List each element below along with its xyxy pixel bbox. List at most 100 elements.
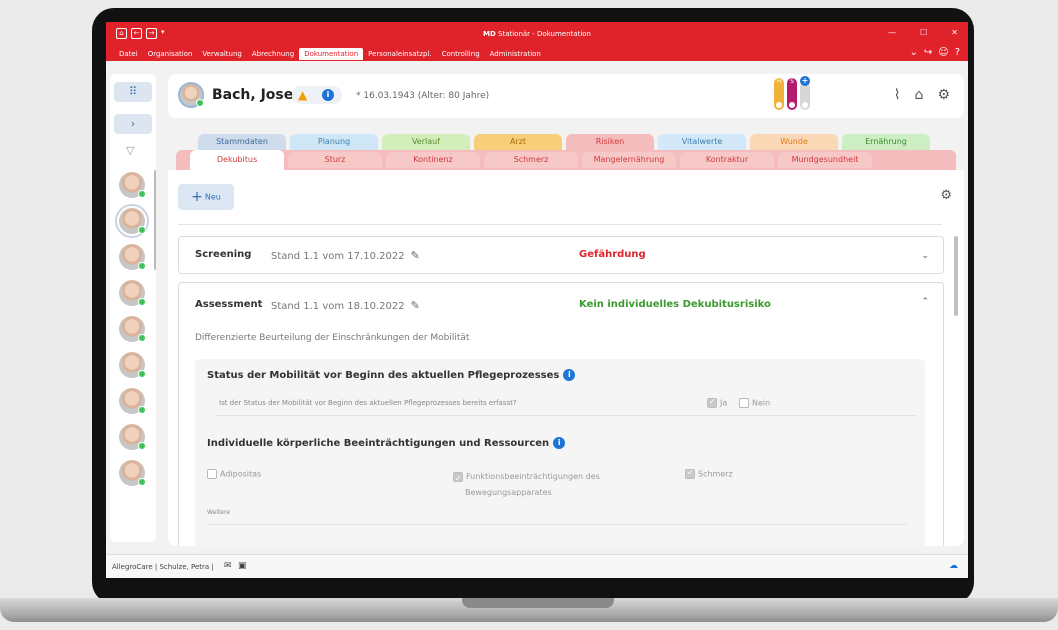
laptop-notch	[462, 598, 614, 608]
info-icon[interactable]: i	[322, 89, 334, 101]
mail-icon[interactable]: ✉	[224, 561, 232, 571]
tab-vitalwerte[interactable]: Vitalwerte	[658, 134, 746, 150]
menu-item-datei[interactable]: Datei	[114, 48, 143, 60]
content-scrollbar[interactable]	[954, 236, 958, 316]
subtab-schmerz[interactable]: Schmerz	[484, 152, 578, 168]
subtab-mundgesundheit[interactable]: Mundgesundheit	[778, 152, 872, 168]
close-icon[interactable]: ✕	[951, 28, 958, 37]
nein-checkbox[interactable]: Nein	[739, 398, 770, 408]
minimize-icon[interactable]: —	[888, 28, 896, 37]
patient-avatar[interactable]	[119, 172, 146, 198]
info-icon[interactable]: i	[553, 437, 566, 449]
empty-indicator	[800, 82, 810, 110]
patient-avatar[interactable]	[119, 280, 146, 306]
menu-item-personaleinsatzpl-[interactable]: Personaleinsatzpl.	[363, 48, 436, 60]
chevron-up-icon[interactable]: ⌃	[921, 297, 929, 307]
section-version: Stand 1.1 vom 18.10.2022 ✎	[271, 299, 420, 312]
tab-wunde[interactable]: Wunde	[750, 134, 838, 150]
pencil-icon[interactable]: ✎	[411, 299, 420, 312]
patient-avatar[interactable]	[119, 424, 146, 450]
filter-icon[interactable]: ▽	[126, 144, 134, 157]
menu-item-dokumentation[interactable]: Dokumentation	[299, 48, 364, 60]
clipboard-icon[interactable]: ▣	[238, 561, 247, 571]
paperclip-icon[interactable]: ⌇	[894, 87, 901, 103]
impairments-heading: Individuelle körperliche Beeinträchtigun…	[207, 437, 566, 449]
patient-sidebar: ⠿ › ▽	[110, 74, 156, 542]
subtab-dekubitus[interactable]: Dekubitus	[190, 150, 284, 170]
patient-avatar-selected[interactable]	[115, 204, 149, 238]
screening-section[interactable]: Screening Stand 1.1 vom 17.10.2022 ✎ Gefä…	[178, 236, 944, 274]
documentation-content: + Neu ⚙ Screening Stand 1.1 vom 17.10.202…	[168, 170, 964, 546]
subtab-sturz[interactable]: Sturz	[288, 152, 382, 168]
menu-item-controlling[interactable]: Controlling	[437, 48, 485, 60]
schmerz-checkbox[interactable]: Schmerz	[685, 468, 733, 479]
menu-item-administration[interactable]: Administration	[485, 48, 546, 60]
smiley-icon[interactable]: ☺	[938, 47, 948, 58]
sidebar-scrollbar[interactable]	[154, 170, 156, 270]
header-tools: ⌇ ⌂ ⚙	[894, 87, 950, 103]
subtab-mangelernährung[interactable]: Mangelernährung	[582, 152, 676, 168]
weitere-input-line[interactable]	[207, 524, 907, 525]
assessment-section: Assessment Stand 1.1 vom 18.10.2022 ✎ Kei…	[178, 282, 944, 546]
info-icon[interactable]: i	[563, 369, 576, 381]
s-indicator: S	[787, 78, 797, 110]
expand-sidebar-button[interactable]: ›	[114, 114, 152, 134]
divider	[178, 224, 942, 225]
patient-avatar[interactable]	[119, 460, 146, 486]
patient-avatar[interactable]	[119, 244, 146, 270]
share-icon[interactable]: ↪	[924, 47, 932, 58]
section-title: Assessment	[195, 299, 263, 310]
subtab-kontinenz[interactable]: Kontinenz	[386, 152, 480, 168]
h-indicator: H	[774, 78, 784, 110]
new-button[interactable]: + Neu	[178, 184, 234, 210]
status-bar: AllegroCare | Schulze, Petra | ✉ ▣ ☁	[106, 554, 968, 578]
window-title: MD Stationär - Dokumentation	[483, 30, 591, 38]
patient-header: Bach, Josef ▲ i * 16.03.1943 (Alter: 80 …	[168, 74, 964, 118]
chevron-down-icon[interactable]: ⌄	[921, 251, 929, 261]
tab-risiken[interactable]: Risiken	[566, 134, 654, 150]
tab-planung[interactable]: Planung	[290, 134, 378, 150]
tab-arzt[interactable]: Arzt	[474, 134, 562, 150]
section-status: Kein individuelles Dekubitusrisiko	[579, 299, 771, 310]
add-indicator-icon[interactable]: +	[800, 76, 810, 86]
weitere-label: Weitere	[207, 509, 231, 516]
funktionsbeeintraechtigungen-checkbox[interactable]: Funktionsbeeinträchtigungen desBewegungs…	[453, 469, 600, 501]
menu-item-verwaltung[interactable]: Verwaltung	[197, 48, 246, 60]
divider	[217, 415, 917, 416]
warning-icon[interactable]: ▲	[298, 88, 307, 102]
status-text: AllegroCare | Schulze, Petra |	[112, 563, 214, 571]
help-icon[interactable]: ?	[955, 47, 960, 58]
main-menu: Datei Organisation Verwaltung Abrechnung Dok…	[114, 48, 546, 60]
menu-item-organisation[interactable]: Organisation	[143, 48, 198, 60]
apps-grid-icon[interactable]: ⠿	[114, 82, 152, 102]
tab-verlauf[interactable]: Verlauf	[382, 134, 470, 150]
patient-avatar[interactable]	[119, 316, 146, 342]
title-bar: ⌂ ← → ▾ MD Stationär - Dokumentation — ☐…	[106, 22, 968, 45]
subtab-kontraktur[interactable]: Kontraktur	[680, 152, 774, 168]
patient-header-avatar	[178, 82, 204, 108]
tab-ernährung[interactable]: Ernährung	[842, 134, 930, 150]
section-version: Stand 1.1 vom 17.10.2022 ✎	[271, 249, 420, 262]
mobility-box: Status der Mobilität vor Beginn des aktu…	[195, 359, 925, 546]
patient-avatar[interactable]	[119, 352, 146, 378]
gear-icon[interactable]: ⚙	[940, 188, 952, 203]
window-controls: — ☐ ✕	[888, 28, 958, 37]
house-icon[interactable]: ⌂	[915, 87, 924, 103]
section-status: Gefährdung	[579, 249, 646, 260]
patient-badges: ▲ i	[292, 86, 342, 104]
patient-birthdate: * 16.03.1943 (Alter: 80 Jahre)	[356, 91, 490, 101]
pencil-icon[interactable]: ✎	[411, 249, 420, 262]
cloud-icon[interactable]: ☁	[949, 561, 958, 571]
maximize-icon[interactable]: ☐	[920, 28, 927, 37]
patient-avatar[interactable]	[119, 388, 146, 414]
mobility-status-heading: Status der Mobilität vor Beginn des aktu…	[207, 369, 576, 381]
patient-name: Bach, Josef	[212, 87, 300, 103]
menu-item-abrechnung[interactable]: Abrechnung	[247, 48, 299, 60]
ja-checkbox[interactable]: Ja	[707, 397, 727, 408]
tab-stammdaten[interactable]: Stammdaten	[198, 134, 286, 150]
chevron-down-icon[interactable]: ⌄	[909, 47, 917, 58]
adipositas-checkbox[interactable]: Adipositas	[207, 469, 261, 479]
menu-bar: Datei Organisation Verwaltung Abrechnung Dok…	[106, 45, 968, 61]
gear-icon[interactable]: ⚙	[937, 87, 950, 103]
section-title: Screening	[195, 249, 252, 260]
